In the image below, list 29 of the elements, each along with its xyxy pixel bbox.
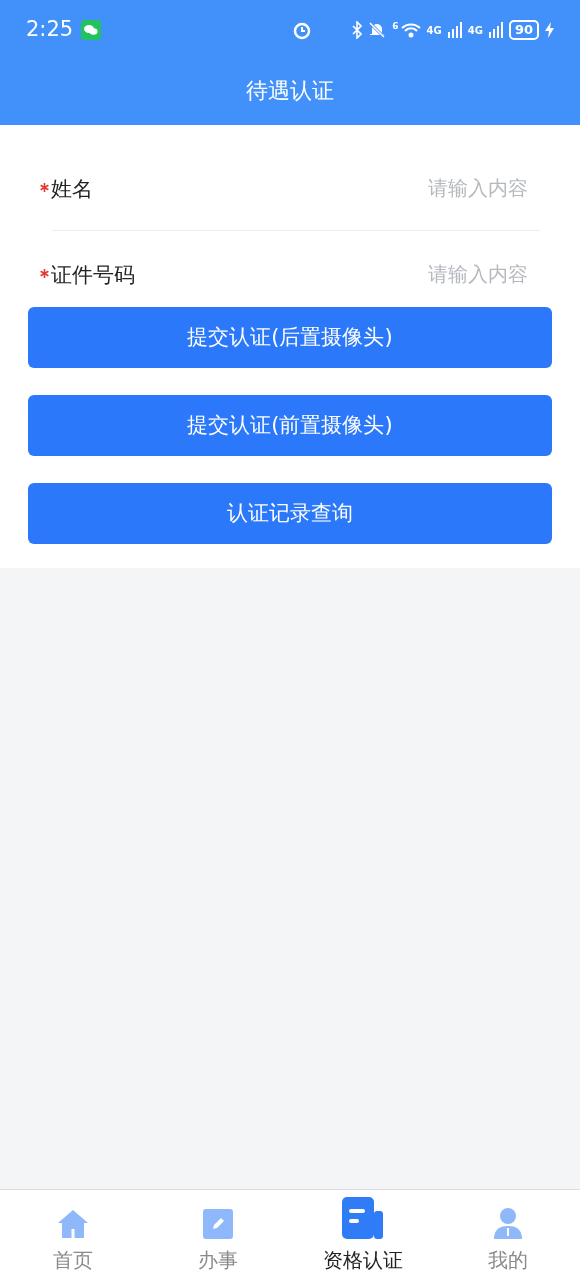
chat-app-icon [81, 20, 102, 40]
alarm-icon [291, 20, 312, 40]
network-label: 4G [426, 23, 442, 38]
home-icon [56, 1209, 89, 1239]
label-text: 姓名 [51, 175, 93, 203]
tab-item[interactable]: 首页 [0, 1190, 145, 1279]
tab-item[interactable]: 资格认证 [290, 1190, 435, 1279]
battery-level: 90 [508, 20, 539, 40]
signal-icon [488, 22, 503, 38]
page-title: 待遇认证 [246, 77, 334, 105]
pencil-icon [202, 1209, 233, 1239]
document-icon [341, 1197, 384, 1239]
submit-button[interactable]: 提交认证(前置摄像头) [28, 395, 552, 456]
wifi-band-label: 6 [392, 20, 399, 33]
status-time: 2:25 [26, 16, 74, 44]
tab-item[interactable]: 办事 [145, 1190, 290, 1279]
submit-button[interactable]: 认证记录查询 [28, 483, 552, 544]
mute-bell-icon [368, 21, 387, 39]
label-text: 证件号码 [51, 262, 135, 290]
user-icon [492, 1207, 523, 1239]
wifi-icon [400, 22, 421, 38]
input-field[interactable]: 请输入内容 [190, 259, 540, 289]
network-label: 4G [467, 23, 483, 38]
bluetooth-icon [352, 21, 363, 39]
submit-button[interactable]: 提交认证(后置摄像头) [28, 307, 552, 368]
charging-icon [545, 22, 554, 38]
tab-item[interactable]: 我的 [435, 1190, 580, 1279]
signal-icon [447, 22, 462, 38]
input-field[interactable]: 请输入内容 [190, 172, 540, 203]
